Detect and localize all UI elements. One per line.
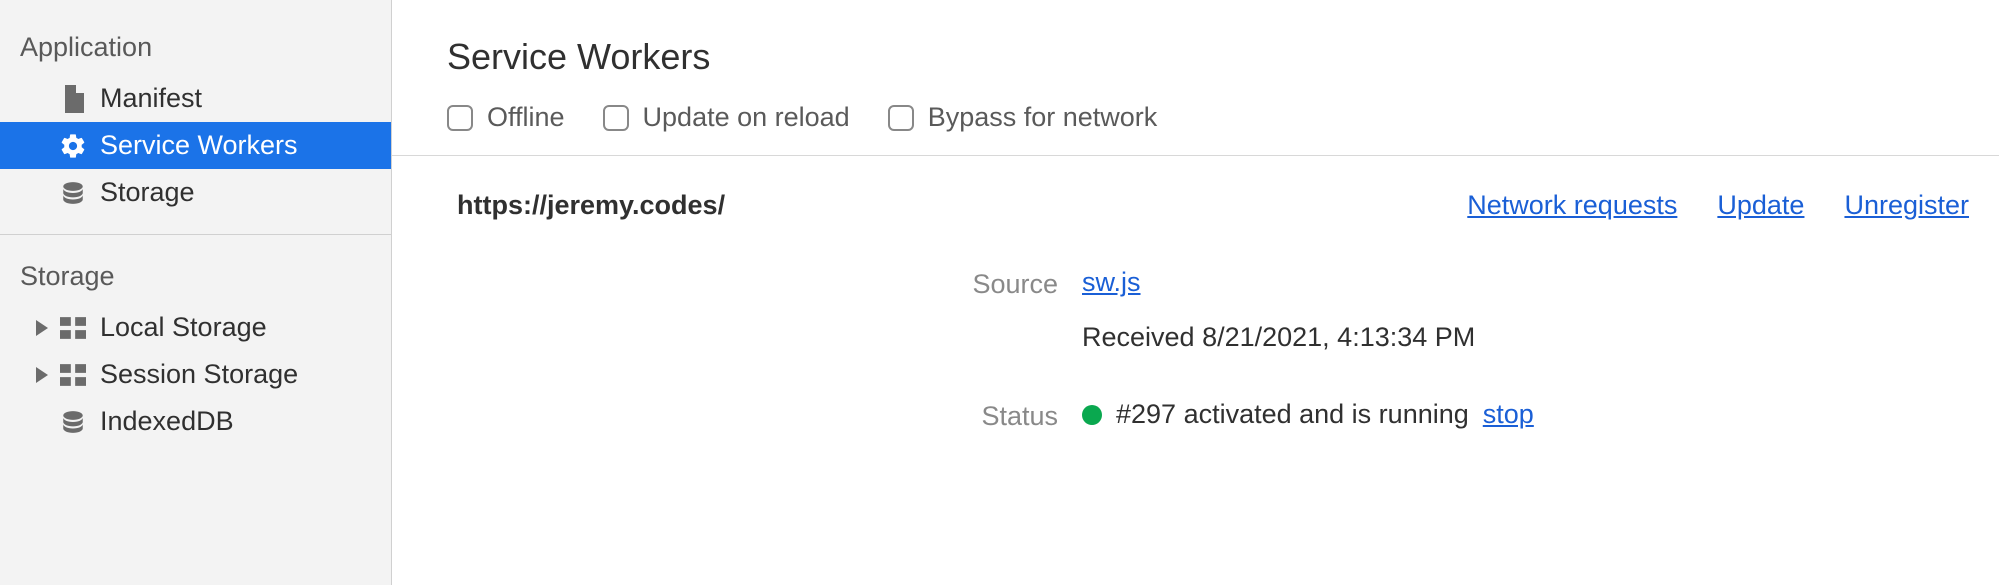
sidebar-item-label: Local Storage: [100, 312, 267, 343]
divider: [0, 234, 391, 235]
sidebar-item-label: IndexedDB: [100, 406, 234, 437]
checkbox-bypass-for-network[interactable]: Bypass for network: [888, 102, 1158, 133]
status-text: #297 activated and is running: [1116, 399, 1469, 430]
sidebar-item-session-storage[interactable]: Session Storage: [0, 351, 391, 398]
sidebar-item-storage[interactable]: Storage: [0, 169, 391, 216]
link-stop[interactable]: stop: [1483, 399, 1534, 430]
checkbox-label: Update on reload: [643, 102, 850, 133]
table-icon: [58, 317, 88, 339]
sidebar-item-manifest[interactable]: Manifest: [0, 75, 391, 122]
sidebar-item-label: Service Workers: [100, 130, 298, 161]
service-worker-header: https://jeremy.codes/ Network requests U…: [392, 190, 1999, 221]
checkbox-offline[interactable]: Offline: [447, 102, 565, 133]
document-icon: [58, 85, 88, 113]
received-timestamp: Received 8/21/2021, 4:13:34 PM: [1082, 322, 1475, 353]
detail-label-status: Status: [392, 399, 1082, 432]
database-icon: [58, 409, 88, 435]
table-icon: [58, 364, 88, 386]
section-title-storage: Storage: [0, 253, 391, 304]
main-panel: Service Workers Offline Update on reload…: [392, 0, 1999, 585]
sidebar-item-service-workers[interactable]: Service Workers: [0, 122, 391, 169]
checkbox-icon: [447, 105, 473, 131]
sidebar-item-indexeddb[interactable]: IndexedDB: [0, 398, 391, 445]
sidebar-item-label: Manifest: [100, 83, 202, 114]
page-title: Service Workers: [392, 0, 1999, 102]
link-unregister[interactable]: Unregister: [1844, 190, 1969, 221]
detail-label-source: Source: [392, 267, 1082, 300]
link-update[interactable]: Update: [1717, 190, 1804, 221]
checkbox-update-on-reload[interactable]: Update on reload: [603, 102, 850, 133]
link-network-requests[interactable]: Network requests: [1467, 190, 1677, 221]
chevron-right-icon: [36, 367, 48, 383]
sidebar-item-label: Session Storage: [100, 359, 298, 390]
detail-row-source: Source sw.js Received 8/21/2021, 4:13:34…: [392, 267, 1999, 353]
checkbox-label: Offline: [487, 102, 565, 133]
detail-value-status: #297 activated and is running stop: [1082, 399, 1534, 430]
service-worker-links: Network requests Update Unregister: [1467, 190, 1969, 221]
checkbox-icon: [603, 105, 629, 131]
sidebar-item-local-storage[interactable]: Local Storage: [0, 304, 391, 351]
link-source-file[interactable]: sw.js: [1082, 267, 1475, 298]
detail-row-status: Status #297 activated and is running sto…: [392, 399, 1999, 432]
checkbox-icon: [888, 105, 914, 131]
gear-icon: [58, 132, 88, 160]
section-title-application: Application: [0, 24, 391, 75]
checkbox-label: Bypass for network: [928, 102, 1158, 133]
sidebar-item-label: Storage: [100, 177, 195, 208]
status-indicator-icon: [1082, 405, 1102, 425]
detail-value-source: sw.js Received 8/21/2021, 4:13:34 PM: [1082, 267, 1475, 353]
service-worker-origin: https://jeremy.codes/: [457, 190, 1467, 221]
database-icon: [58, 180, 88, 206]
sidebar: Application Manifest Service Workers Sto…: [0, 0, 392, 585]
service-worker-block: https://jeremy.codes/ Network requests U…: [392, 156, 1999, 432]
options-row: Offline Update on reload Bypass for netw…: [392, 102, 1999, 155]
chevron-right-icon: [36, 320, 48, 336]
